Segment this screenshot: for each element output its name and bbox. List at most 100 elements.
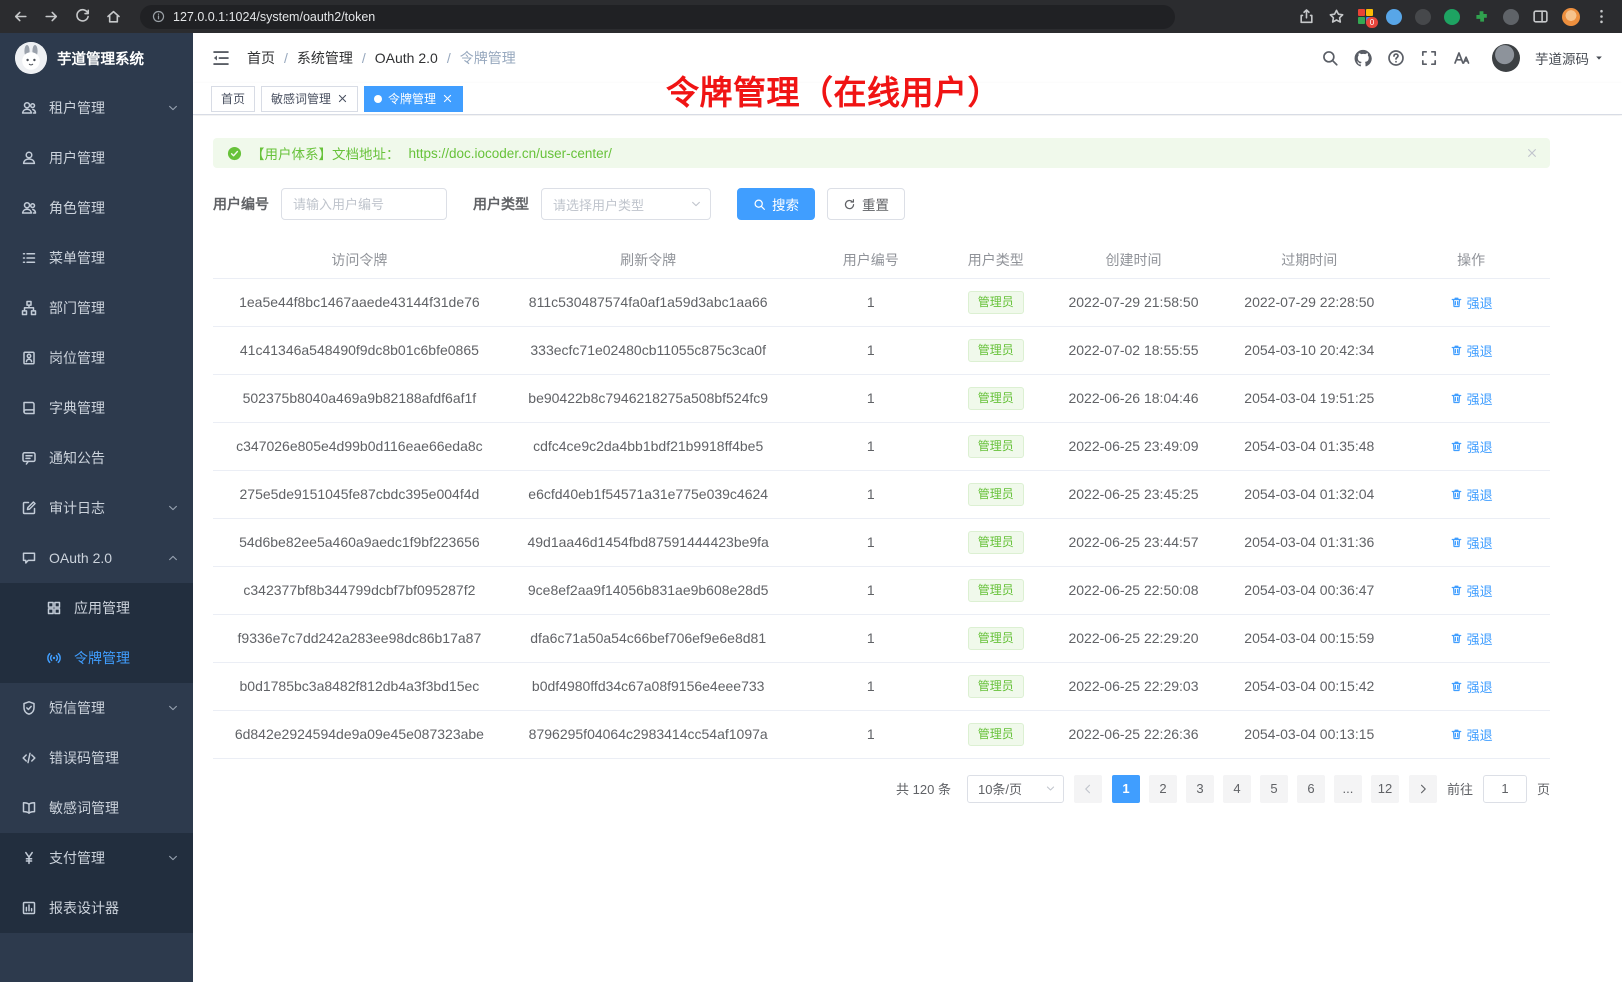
tab[interactable]: 令牌管理 [364, 86, 463, 112]
extension-green-icon[interactable] [1444, 9, 1460, 25]
share-icon[interactable] [1298, 8, 1315, 25]
force-logout-button[interactable]: 强退 [1450, 581, 1493, 600]
force-logout-button[interactable]: 强退 [1450, 485, 1493, 504]
sidebar-item-oauth2-app[interactable]: 应用管理 [0, 583, 193, 633]
page-button[interactable]: 12 [1371, 775, 1399, 803]
browser-reload-icon[interactable] [74, 8, 91, 25]
browser-back-icon[interactable] [12, 8, 29, 25]
tab-close-icon[interactable] [337, 93, 348, 104]
page-size-select[interactable]: 10条/页 [967, 775, 1064, 803]
user-type-cell: 管理员 [951, 422, 1041, 470]
page-button[interactable]: 3 [1186, 775, 1214, 803]
browser-forward-icon[interactable] [43, 8, 60, 25]
split-screen-icon[interactable] [1532, 8, 1549, 25]
page-button[interactable]: 1 [1112, 775, 1140, 803]
extension-dark-icon[interactable] [1415, 9, 1431, 25]
sidebar-item-user[interactable]: 用户管理 [0, 133, 193, 183]
extensions-puzzle-icon[interactable] [1473, 8, 1490, 25]
prev-page-button[interactable] [1074, 775, 1102, 803]
sidebar-item-dict[interactable]: 字典管理 [0, 383, 193, 433]
search-button[interactable]: 搜索 [737, 188, 815, 220]
force-logout-button[interactable]: 强退 [1450, 725, 1493, 744]
breadcrumb-item[interactable]: 系统管理 [275, 48, 353, 68]
browser-menu-icon[interactable] [1593, 8, 1610, 25]
tab-close-icon[interactable] [442, 93, 453, 104]
app-logo[interactable]: 芋道管理系统 [0, 33, 193, 83]
breadcrumb: 首页 系统管理 OAuth 2.0 令牌管理 [247, 48, 516, 68]
column-header: 用户编号 [791, 242, 951, 278]
refresh-token-cell: 8796295f04064c2983414cc54af1097a [506, 710, 791, 758]
site-info-icon[interactable] [152, 10, 165, 23]
menu-item-icon [21, 300, 37, 316]
github-icon[interactable] [1354, 49, 1372, 67]
force-logout-button[interactable]: 强退 [1450, 677, 1493, 696]
user-type-cell: 管理员 [951, 662, 1041, 710]
expire-time-cell: 2054-03-04 01:32:04 [1226, 470, 1392, 518]
sidebar-item-role[interactable]: 角色管理 [0, 183, 193, 233]
user-id-input[interactable] [281, 188, 447, 220]
sidebar-item-oauth2[interactable]: OAuth 2.0 [0, 533, 193, 583]
force-logout-button[interactable]: 强退 [1450, 341, 1493, 360]
user-avatar[interactable] [1492, 44, 1520, 72]
page-button[interactable]: ... [1334, 775, 1362, 803]
trash-icon [1450, 632, 1463, 645]
breadcrumb-item[interactable]: 首页 [247, 48, 275, 68]
force-logout-button[interactable]: 强退 [1450, 437, 1493, 456]
force-logout-button[interactable]: 强退 [1450, 293, 1493, 312]
reset-button[interactable]: 重置 [827, 188, 905, 220]
sidebar-item-notice[interactable]: 通知公告 [0, 433, 193, 483]
browser-chrome: 127.0.0.1:1024/system/oauth2/token 0 [0, 0, 1622, 33]
bookmark-star-icon[interactable] [1328, 8, 1345, 25]
font-size-icon[interactable] [1453, 49, 1471, 67]
alert-doc-link[interactable]: https://doc.iocoder.cn/user-center/ [409, 146, 612, 161]
page-button[interactable]: 6 [1297, 775, 1325, 803]
alert-close-icon[interactable] [1526, 147, 1538, 159]
sidebar-item-oauth2-token[interactable]: 令牌管理 [0, 633, 193, 683]
table-row: 6d842e2924594de9a09e45e087323abe 8796295… [213, 710, 1550, 758]
trash-icon [1450, 584, 1463, 597]
user-type-select[interactable]: 请选择用户类型 [541, 188, 711, 220]
menu-arrow-icon [167, 102, 179, 114]
browser-profile-avatar[interactable] [1562, 8, 1580, 26]
menu-arrow-icon [167, 502, 179, 514]
sidebar-item-sms[interactable]: 短信管理 [0, 683, 193, 733]
refresh-token-cell: 9ce8ef2aa9f14056b831ae9b608e28d5 [506, 566, 791, 614]
sidebar-fold-icon[interactable] [211, 48, 231, 68]
sidebar-item-pay[interactable]: 支付管理 [0, 833, 193, 883]
user-type-placeholder: 请选择用户类型 [553, 195, 644, 214]
force-logout-button[interactable]: 强退 [1450, 629, 1493, 648]
user-type-cell: 管理员 [951, 566, 1041, 614]
sidebar-item-sensitive-word[interactable]: 敏感词管理 [0, 783, 193, 833]
breadcrumb-item[interactable]: 令牌管理 [438, 48, 516, 68]
sidebar-item-menu[interactable]: 菜单管理 [0, 233, 193, 283]
sidebar-item-tenant[interactable]: 租户管理 [0, 83, 193, 133]
help-question-icon[interactable] [1387, 49, 1405, 67]
search-icon[interactable] [1321, 49, 1339, 67]
page-button[interactable]: 4 [1223, 775, 1251, 803]
menu-item-icon [21, 450, 37, 466]
force-logout-button[interactable]: 强退 [1450, 533, 1493, 552]
extension-blue-icon[interactable] [1386, 9, 1402, 25]
sidebar-item-report-designer[interactable]: 报表设计器 [0, 883, 193, 933]
trash-icon [1450, 344, 1463, 357]
tab[interactable]: 首页 [211, 86, 255, 112]
next-page-button[interactable] [1409, 775, 1437, 803]
user-menu[interactable]: 芋道源码 [1535, 48, 1604, 68]
fullscreen-icon[interactable] [1420, 49, 1438, 67]
sidebar-item-dept[interactable]: 部门管理 [0, 283, 193, 333]
goto-page-input[interactable] [1483, 775, 1527, 803]
browser-home-icon[interactable] [105, 8, 122, 25]
extension-gray-icon[interactable] [1503, 9, 1519, 25]
page-button[interactable]: 2 [1149, 775, 1177, 803]
tab[interactable]: 敏感词管理 [261, 86, 358, 112]
sidebar-item-error-code[interactable]: 错误码管理 [0, 733, 193, 783]
sidebar-item-post[interactable]: 岗位管理 [0, 333, 193, 383]
sidebar-item-audit-log[interactable]: 审计日志 [0, 483, 193, 533]
extension-grid-icon[interactable]: 0 [1358, 9, 1373, 24]
breadcrumb-item[interactable]: OAuth 2.0 [353, 50, 438, 66]
sidebar-item-label: 错误码管理 [49, 748, 119, 768]
page-button[interactable]: 5 [1260, 775, 1288, 803]
browser-address-bar[interactable]: 127.0.0.1:1024/system/oauth2/token [140, 5, 1175, 29]
force-logout-button[interactable]: 强退 [1450, 389, 1493, 408]
doc-alert: 【用户体系】文档地址： https://doc.iocoder.cn/user-… [213, 138, 1550, 168]
